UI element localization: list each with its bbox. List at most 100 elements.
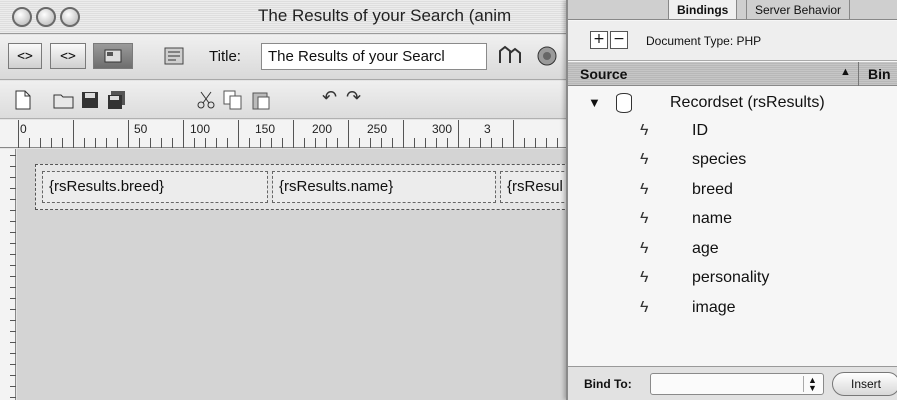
ruler-tick — [62, 138, 63, 148]
repeat-region-table[interactable]: {rsResults.breed} {rsResults.name} {rsRe… — [35, 164, 600, 210]
tab-server-behaviors[interactable]: Server Behavior — [746, 0, 851, 19]
ruler-tick — [10, 221, 16, 222]
ruler-tick — [95, 138, 96, 148]
field-row[interactable]: ϟ breed — [568, 179, 897, 203]
ruler-label: 250 — [367, 122, 388, 136]
database-icon — [616, 93, 632, 113]
ruler-tick — [293, 120, 294, 148]
ruler-label: 300 — [432, 122, 453, 136]
save-icon[interactable] — [80, 89, 100, 116]
field-row[interactable]: ϟ species — [568, 149, 897, 173]
title-label: Title: — [209, 48, 241, 65]
field-row[interactable]: ϟ name — [568, 208, 897, 232]
ruler-tick — [458, 120, 459, 148]
design-view-icon — [104, 49, 122, 63]
ruler-label: 200 — [312, 122, 333, 136]
ruler-tick — [194, 138, 195, 148]
ruler-tick — [40, 138, 41, 148]
zoom-window-button[interactable] — [60, 7, 80, 27]
field-label: age — [692, 240, 719, 257]
field-label: breed — [692, 181, 733, 198]
new-document-icon[interactable] — [14, 89, 32, 116]
ruler-tick — [260, 138, 261, 148]
bind-to-label: Bind To: — [584, 377, 632, 391]
ruler-tick — [502, 138, 503, 148]
ruler-tick — [10, 342, 16, 343]
ruler-tick — [282, 138, 283, 148]
field-label: image — [692, 299, 736, 316]
ruler-tick — [10, 375, 16, 376]
tab-bindings[interactable]: Bindings — [668, 0, 738, 19]
bindings-panel: Bindings Server Behavior + − Document Ty… — [566, 0, 897, 400]
bolt-icon: ϟ — [640, 299, 649, 316]
ruler-tick — [10, 177, 16, 178]
horizontal-ruler: 0 50 100 150 200 250 300 3 — [0, 120, 590, 148]
ruler-tick — [10, 353, 16, 354]
breed-cell[interactable]: {rsResults.breed} — [42, 171, 268, 203]
field-row[interactable]: ϟ image — [568, 297, 897, 321]
live-data-icon[interactable] — [163, 44, 187, 73]
close-window-button[interactable] — [12, 7, 32, 27]
redo-icon[interactable]: ↷ — [346, 87, 361, 108]
field-row[interactable]: ϟ ID — [568, 120, 897, 144]
panel-footer: Bind To: ▲ ▼ Insert — [568, 366, 897, 400]
open-folder-icon[interactable] — [52, 89, 76, 116]
ruler-tick — [128, 120, 129, 148]
ruler-tick — [183, 120, 184, 148]
design-view-button[interactable] — [93, 43, 133, 69]
bolt-icon: ϟ — [640, 240, 649, 257]
name-cell[interactable]: {rsResults.name} — [272, 171, 496, 203]
ruler-tick — [392, 138, 393, 148]
ruler-tick — [491, 138, 492, 148]
ruler-tick — [10, 276, 16, 277]
preview-browser-icon[interactable] — [536, 45, 560, 74]
split-view-button[interactable]: <> — [50, 43, 86, 69]
copy-icon[interactable] — [222, 89, 244, 116]
file-management-icon[interactable] — [496, 45, 526, 74]
ruler-tick — [161, 138, 162, 148]
paste-icon[interactable] — [250, 89, 272, 116]
undo-icon[interactable]: ↶ — [322, 87, 337, 108]
ruler-tick — [172, 138, 173, 148]
insert-button[interactable]: Insert — [832, 372, 897, 396]
source-column-header[interactable]: Source ▲ Bin — [568, 62, 897, 86]
ruler-tick — [10, 265, 16, 266]
bolt-icon: ϟ — [640, 151, 649, 168]
column-divider[interactable] — [858, 62, 859, 86]
ruler-label: 50 — [134, 122, 148, 136]
ruler-tick — [106, 138, 107, 148]
ruler-tick — [469, 138, 470, 148]
page-title-input[interactable]: The Results of your Searcl — [261, 43, 487, 70]
ruler-tick — [414, 138, 415, 148]
minimize-window-button[interactable] — [36, 7, 56, 27]
ruler-tick — [84, 138, 85, 148]
ruler-tick — [216, 138, 217, 148]
ruler-tick — [326, 138, 327, 148]
ruler-tick — [10, 397, 16, 398]
bind-to-select[interactable]: ▲ ▼ — [650, 373, 824, 395]
cut-icon[interactable] — [195, 89, 217, 116]
ruler-label: 0 — [20, 122, 27, 136]
disclosure-triangle-icon[interactable]: ▼ — [588, 95, 601, 110]
save-all-icon[interactable] — [106, 89, 128, 116]
design-canvas[interactable]: {rsResults.breed} {rsResults.name} {rsRe… — [17, 149, 600, 400]
ruler-tick — [535, 138, 536, 148]
binding-header-label: Bin — [868, 66, 891, 82]
bolt-icon: ϟ — [640, 269, 649, 286]
field-label: personality — [692, 269, 770, 286]
field-row[interactable]: ϟ age — [568, 238, 897, 262]
recordset-row[interactable]: ▼ Recordset (rsResults) — [568, 91, 897, 115]
ruler-tick — [304, 138, 305, 148]
ruler-tick — [238, 120, 239, 148]
ruler-tick — [337, 138, 338, 148]
code-view-button[interactable]: <> — [8, 43, 42, 69]
document-type-label: Document Type: PHP — [646, 34, 762, 48]
remove-binding-button[interactable]: − — [610, 31, 628, 49]
bindings-tree: ▼ Recordset (rsResults) ϟ ID ϟ species ϟ… — [568, 87, 897, 367]
field-row[interactable]: ϟ personality — [568, 267, 897, 291]
ruler-tick — [10, 320, 16, 321]
add-binding-button[interactable]: + — [590, 31, 608, 49]
standard-toolbar: ↶ ↷ — [0, 81, 590, 119]
window-titlebar[interactable]: The Results of your Search (anim — [0, 0, 590, 34]
ruler-tick — [10, 188, 16, 189]
